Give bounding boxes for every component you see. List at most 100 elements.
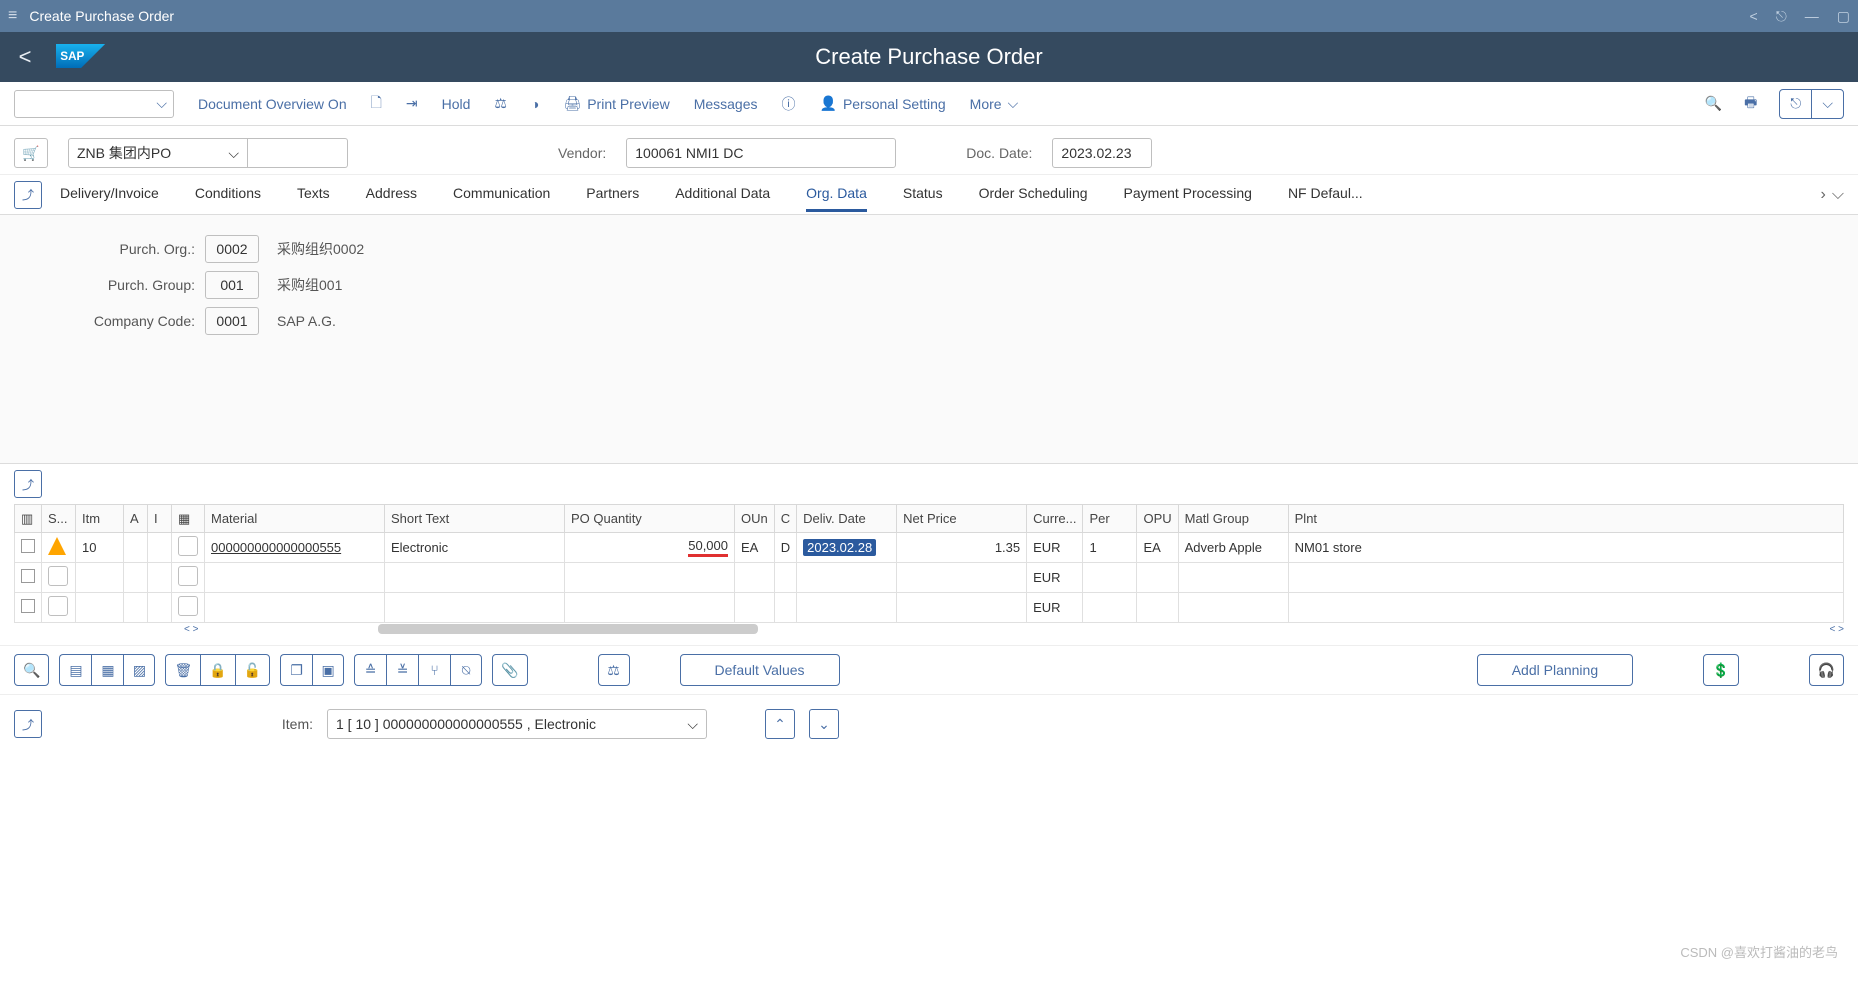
more-dropdown[interactable]: More⌵ [970,95,1019,112]
search-icon[interactable]: 🔍 [1705,95,1722,112]
print-icon[interactable]: 🖶 [1744,92,1757,116]
info-icon[interactable]: ⓘ [782,94,796,114]
nav-back-icon[interactable]: < [1750,8,1758,25]
col-short-text[interactable]: Short Text [385,505,565,533]
create-icon[interactable]: 🗋 [371,92,382,116]
company-code-input[interactable]: 0001 [205,307,259,335]
col-curr[interactable]: Curre... [1027,505,1083,533]
item-selector[interactable]: 1 [ 10 ] 000000000000000555 , Electronic… [327,709,707,739]
select-layout3-icon[interactable]: ▨ [123,654,155,686]
tab-texts[interactable]: Texts [297,177,330,212]
cart-icon[interactable]: 🛒 [14,138,48,168]
tab-partners[interactable]: Partners [586,177,639,212]
collapse-item-detail-icon[interactable]: ⤴ [14,710,42,738]
col-net-price[interactable]: Net Price [897,505,1027,533]
tab-address[interactable]: Address [366,177,417,212]
default-values-button[interactable]: Default Values [680,654,840,686]
tab-conditions[interactable]: Conditions [195,177,261,212]
col-opu[interactable]: OPU [1137,505,1178,533]
col-i[interactable]: I [148,505,172,533]
currency-icon[interactable]: 💲 [1703,654,1738,686]
tab-additional-data[interactable]: Additional Data [675,177,770,212]
tab-delivery-invoice[interactable]: Delivery/Invoice [60,177,159,212]
back-button[interactable]: < [0,44,50,70]
col-qty[interactable]: PO Quantity [565,505,735,533]
col-status[interactable]: S... [42,505,76,533]
table-row[interactable]: EUR [15,563,1844,593]
row-checkbox[interactable] [21,569,35,583]
row-checkbox[interactable] [21,539,35,553]
addl-planning-button[interactable]: Addl Planning [1477,654,1633,686]
table-row[interactable]: 10000000000000000555Electronic50,000EAD2… [15,533,1844,563]
personal-setting-button[interactable]: 👤Personal Setting [820,95,946,112]
items-table[interactable]: ▥ S... Itm A I ▦ Material Short Text PO … [14,504,1844,623]
tab-payment-processing[interactable]: Payment Processing [1124,177,1252,212]
collapse-header-icon[interactable]: ⤴ [14,181,42,209]
col-per[interactable]: Per [1083,505,1137,533]
hold-button[interactable]: Hold [442,96,471,112]
col-a[interactable]: A [124,505,148,533]
tabs-expand-icon[interactable]: ⌵ [1832,186,1844,204]
minimize-icon[interactable]: — [1805,8,1819,25]
po-number-input[interactable] [248,138,348,168]
collapse-items-icon[interactable]: ⤴ [14,470,42,498]
purch-org-input[interactable]: 0002 [205,235,259,263]
col-itm[interactable]: Itm [76,505,124,533]
col-c[interactable]: C [774,505,796,533]
support-icon[interactable]: 🎧 [1809,654,1844,686]
check-icon[interactable]: ⚖ [494,95,507,112]
detail-icon[interactable]: 🔍 [14,654,49,686]
status-cell[interactable] [48,596,68,616]
lock-icon[interactable]: 🔒 [200,654,234,686]
col-deliv-date[interactable]: Deliv. Date [797,505,897,533]
exit-icon[interactable]: ⎋ [1780,90,1812,118]
horizontal-scrollbar[interactable] [378,624,758,634]
lock-icon[interactable]: ⎋ [1776,8,1787,25]
item-prev-button[interactable]: ⌃ [765,709,795,739]
table-row[interactable]: EUR [15,593,1844,623]
sort-asc-icon[interactable]: ≙ [354,654,386,686]
col-material-icon[interactable]: ▦ [172,505,205,533]
chevron-down-icon[interactable]: ⌵ [1812,90,1843,118]
tab-communication[interactable]: Communication [453,177,550,212]
messages-button[interactable]: Messages [694,96,758,112]
select-layout1-icon[interactable]: ▤ [59,654,91,686]
maximize-icon[interactable]: ▢ [1837,8,1850,25]
paste-icon[interactable]: ▣ [312,654,344,686]
env-icon[interactable]: ⚖ [598,654,630,686]
col-plnt[interactable]: Plnt [1288,505,1843,533]
park-icon[interactable]: ◑ [531,96,539,112]
tab-status[interactable]: Status [903,177,943,212]
other-po-icon[interactable]: ⇥ [406,95,418,112]
filter-icon[interactable]: ⑂ [418,654,450,686]
doc-date-input[interactable]: 2023.02.23 [1052,138,1152,168]
tab-nf-defaul-[interactable]: NF Defaul... [1288,177,1363,212]
menu-icon[interactable]: ≡ [8,7,17,25]
unlock-icon[interactable]: 🔓 [235,654,270,686]
copy-icon[interactable]: ❐ [280,654,312,686]
col-config-icon[interactable]: ▥ [15,505,42,533]
delete-icon[interactable]: 🗑 [165,654,200,686]
col-material[interactable]: Material [205,505,385,533]
tab-order-scheduling[interactable]: Order Scheduling [979,177,1088,212]
col-matl-group[interactable]: Matl Group [1178,505,1288,533]
item-next-button[interactable]: ⌄ [809,709,839,739]
material-picker-icon[interactable] [178,596,198,616]
filter-off-icon[interactable]: ⍉ [450,654,482,686]
select-layout2-icon[interactable]: ▦ [91,654,123,686]
sort-desc-icon[interactable]: ≚ [386,654,418,686]
status-cell[interactable] [48,566,68,586]
document-overview-button[interactable]: Document Overview On [198,96,347,112]
material-picker-icon[interactable] [178,566,198,586]
command-dropdown[interactable]: ⌵ [14,90,174,118]
purch-group-input[interactable]: 001 [205,271,259,299]
attach-icon[interactable]: 📎 [492,654,527,686]
row-checkbox[interactable] [21,599,35,613]
tab-org-data[interactable]: Org. Data [806,177,867,212]
exit-btn-group[interactable]: ⎋⌵ [1779,89,1844,119]
col-oun[interactable]: OUn [735,505,775,533]
tabs-scroll-right-icon[interactable]: › [1821,186,1826,204]
vendor-input[interactable]: 100061 NMI1 DC [626,138,896,168]
material-picker-icon[interactable] [178,536,198,556]
po-type-combo[interactable]: ZNB 集团内PO⌵ [68,138,348,168]
